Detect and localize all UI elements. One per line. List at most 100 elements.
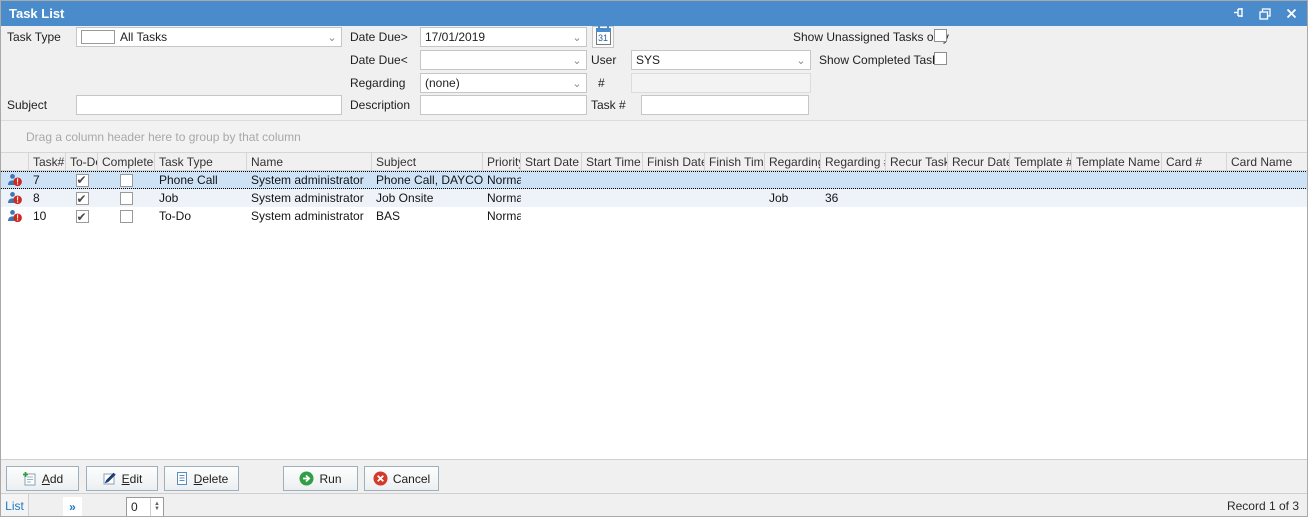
cell-todo[interactable] [66,207,98,225]
column-header[interactable]: Template Name [1072,153,1162,170]
column-header[interactable]: Task# [29,153,66,170]
user-combo[interactable]: SYS ⌄ [631,50,811,70]
cell-regarding-no [821,207,886,225]
column-header[interactable]: Priority [483,153,521,170]
cell-recur-task [886,172,948,188]
chevron-down-icon[interactable]: ⌄ [794,51,808,69]
chevron-down-icon[interactable]: ⌄ [570,51,584,69]
column-header[interactable]: Name [247,153,372,170]
cell-recur-task [886,189,948,207]
table-row[interactable]: ! 10 To-Do System administrator BAS Norm… [1,207,1308,225]
table-row[interactable]: ! 7 Phone Call System administrator Phon… [1,171,1308,189]
delete-button[interactable]: Delete [164,466,239,491]
cell-completed[interactable] [98,189,155,207]
cell-finish-date [643,189,705,207]
edit-button[interactable]: Edit [86,466,158,491]
column-header[interactable]: Card # [1162,153,1227,170]
cell-template-no [1010,189,1072,207]
cell-card-name [1227,172,1308,188]
todo-checkbox[interactable] [76,174,89,187]
chevron-down-icon[interactable]: ⌄ [325,28,339,46]
restore-icon[interactable] [1257,6,1273,22]
overflow-chevrons-icon[interactable]: » [63,497,82,516]
completed-checkbox[interactable] [120,174,133,187]
user-label: User [591,53,616,67]
close-icon[interactable] [1283,6,1299,22]
add-icon [22,471,37,486]
cell-todo[interactable] [66,172,98,188]
date-due-lt-combo[interactable]: ⌄ [420,50,587,70]
cancel-label: Cancel [393,472,430,486]
date-due-gt-combo[interactable]: 17/01/2019 ⌄ [420,27,587,47]
show-unassigned-checkbox[interactable] [934,29,947,42]
regarding-label: Regarding [350,76,405,90]
cell-task-type: Phone Call [155,172,247,188]
spinner-arrows-icon[interactable]: ▲▼ [150,498,163,516]
task-number-input[interactable] [641,95,809,115]
subject-input[interactable] [76,95,342,115]
tab-list[interactable]: List [1,494,29,517]
regarding-combo[interactable]: (none) ⌄ [420,73,587,93]
cell-todo[interactable] [66,189,98,207]
chevron-down-icon[interactable]: ⌄ [570,74,584,92]
column-header[interactable]: Subject [372,153,483,170]
cell-completed[interactable] [98,172,155,188]
calendar-button[interactable]: 31 [592,26,614,48]
task-alert-icon: ! [1,172,29,188]
completed-checkbox[interactable] [120,192,133,205]
column-header[interactable]: Card Name [1227,153,1308,170]
column-header[interactable]: Start Time [582,153,643,170]
date-due-gt-label: Date Due> [350,30,408,44]
cell-finish-time [705,207,765,225]
column-header[interactable] [1,153,29,170]
column-header[interactable]: Finish Time [705,153,765,170]
column-header[interactable]: To-Do [66,153,98,170]
cell-finish-date [643,172,705,188]
column-header[interactable]: Regarding # [821,153,886,170]
date-due-gt-value: 17/01/2019 [425,30,485,44]
cell-name: System administrator [247,207,372,225]
cell-finish-date [643,207,705,225]
task-type-value: All Tasks [120,30,167,44]
show-unassigned-label: Show Unassigned Tasks only [793,30,949,44]
completed-checkbox[interactable] [120,210,133,223]
cell-recur-date [948,172,1010,188]
column-header[interactable]: Start Date [521,153,582,170]
window-title: Task List [1,6,64,21]
column-header[interactable]: Regarding [765,153,821,170]
cancel-button[interactable]: Cancel [364,466,439,491]
cell-subject: Job Onsite [372,189,483,207]
cell-card-name [1227,189,1308,207]
run-button[interactable]: Run [283,466,358,491]
svg-text:!: ! [16,214,19,223]
todo-checkbox[interactable] [76,192,89,205]
column-header[interactable]: Template # [1010,153,1072,170]
pin-icon[interactable] [1231,6,1247,22]
cell-completed[interactable] [98,207,155,225]
description-input[interactable] [420,95,587,115]
column-header[interactable]: Task Type [155,153,247,170]
column-header[interactable]: Finish Date [643,153,705,170]
subject-label: Subject [7,98,47,112]
cell-template-name [1072,207,1162,225]
add-button[interactable]: Add [6,466,79,491]
regarding-number-input [631,73,811,93]
column-header[interactable]: Completed [98,153,155,170]
task-number-label: Task # [591,98,626,112]
column-header[interactable]: Recur Date [948,153,1010,170]
chevron-down-icon[interactable]: ⌄ [570,28,584,46]
cell-priority: Normal [483,189,521,207]
todo-checkbox[interactable] [76,210,89,223]
record-spinner[interactable]: 0 ▲▼ [126,497,164,517]
task-type-combo[interactable]: All Tasks ⌄ [76,27,342,47]
user-value: SYS [636,53,660,67]
show-completed-checkbox[interactable] [934,52,947,65]
cell-name: System administrator [247,172,372,188]
cancel-icon [373,471,388,486]
grid-header-row: Task# To-Do Completed Task Type Name Sub… [1,152,1308,171]
cell-regarding [765,172,821,188]
table-row[interactable]: ! 8 Job System administrator Job Onsite … [1,189,1308,207]
column-header[interactable]: Recur Task# [886,153,948,170]
group-by-band[interactable]: Drag a column header here to group by th… [1,120,1307,152]
cell-card-name [1227,207,1308,225]
